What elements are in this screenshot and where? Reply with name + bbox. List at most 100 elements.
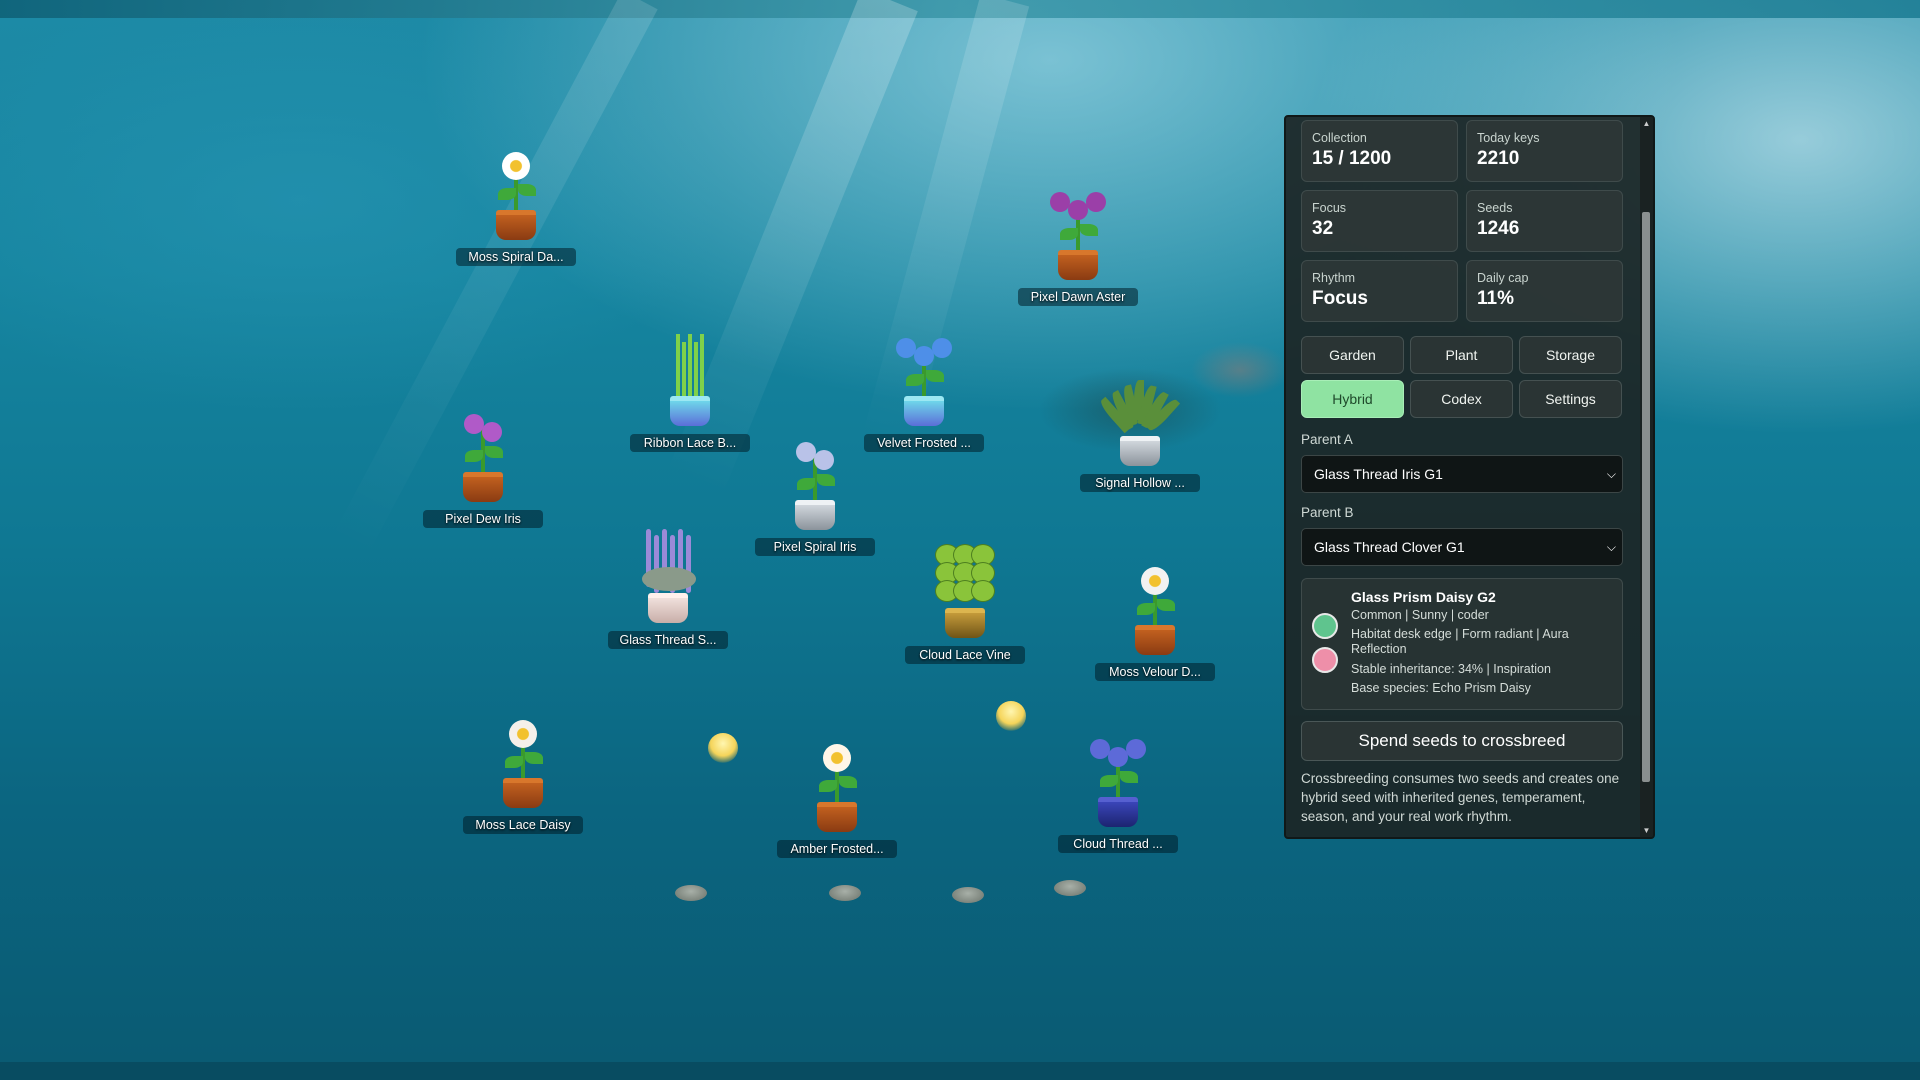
garden-plant[interactable]: Glass Thread S...: [608, 519, 728, 649]
bamboo-stalk: [682, 342, 686, 396]
flower-head: [823, 744, 851, 772]
stat-today-keys: Today keys 2210: [1466, 120, 1623, 182]
leaf: [797, 478, 815, 490]
plant-name-label: Cloud Thread ...: [1058, 835, 1178, 853]
flower-head: [932, 338, 952, 358]
leaf: [926, 370, 944, 382]
hybrid-title: Glass Prism Daisy G2: [1351, 589, 1496, 605]
tab-codex[interactable]: Codex: [1410, 380, 1513, 418]
panel-scrollbar[interactable]: ▲ ▼: [1640, 117, 1653, 837]
garden-plant[interactable]: Ribbon Lace B...: [630, 322, 750, 452]
flower-head: [482, 422, 502, 442]
flower-head: [464, 414, 484, 434]
plant-name-label: Velvet Frosted ...: [864, 434, 984, 452]
flower-head: [896, 338, 916, 358]
flower-pot: [670, 396, 710, 426]
flower-pot: [496, 210, 536, 240]
bamboo-stalk: [676, 334, 680, 396]
leaf: [1137, 603, 1155, 615]
garden-plant[interactable]: Pixel Spiral Iris: [755, 426, 875, 556]
stat-label: Focus: [1312, 201, 1347, 215]
flower-head: [796, 442, 816, 462]
leaf: [1060, 228, 1078, 240]
bamboo-stalk: [688, 334, 692, 396]
crossbreed-button[interactable]: Spend seeds to crossbreed: [1301, 721, 1623, 761]
plant-name-label: Ribbon Lace B...: [630, 434, 750, 452]
stepping-stone: [1054, 880, 1086, 896]
stepping-stone: [675, 885, 707, 901]
hybrid-traits: Common | Sunny | coder: [1351, 608, 1489, 622]
leaf: [1080, 224, 1098, 236]
plant-name-label: Moss Velour D...: [1095, 663, 1215, 681]
parent-a-label: Parent A: [1301, 432, 1353, 447]
glow-bubble[interactable]: [708, 733, 738, 763]
plant-name-label: Moss Spiral Da...: [456, 248, 576, 266]
leaf: [465, 450, 483, 462]
plant-name-label: Signal Hollow ...: [1080, 474, 1200, 492]
leaf: [906, 374, 924, 386]
garden-plant[interactable]: Moss Spiral Da...: [456, 136, 576, 266]
plant-name-label: Pixel Dawn Aster: [1018, 288, 1138, 306]
bamboo-stalk: [700, 334, 704, 396]
tab-storage[interactable]: Storage: [1519, 336, 1622, 374]
leaf: [498, 188, 516, 200]
tab-hybrid[interactable]: Hybrid: [1301, 380, 1404, 418]
vine-leaf: [971, 580, 995, 602]
garden-plant[interactable]: Pixel Dew Iris: [423, 398, 543, 528]
plant-name-label: Pixel Spiral Iris: [755, 538, 875, 556]
garden-plant[interactable]: Signal Hollow ...: [1080, 362, 1200, 492]
flower-head: [502, 152, 530, 180]
leaf: [485, 446, 503, 458]
garden-plant[interactable]: Amber Frosted...: [777, 728, 897, 858]
leaf: [817, 474, 835, 486]
tab-plant[interactable]: Plant: [1410, 336, 1513, 374]
flower-pot: [1058, 250, 1098, 280]
garden-plant[interactable]: Moss Lace Daisy: [463, 704, 583, 834]
stat-label: Rhythm: [1312, 271, 1356, 285]
flower-head: [1068, 200, 1088, 220]
stat-collection: Collection 15 / 1200: [1301, 120, 1458, 182]
parent-b-select[interactable]: Glass Thread Clover G1 ⌵: [1301, 528, 1623, 566]
hybrid-base-species: Base species: Echo Prism Daisy: [1351, 681, 1531, 695]
hybrid-preview-card: Glass Prism Daisy G2 Common | Sunny | co…: [1301, 578, 1623, 710]
stat-value: 2210: [1477, 148, 1520, 169]
window-top-bar: [0, 0, 1920, 18]
plant-name-label: Amber Frosted...: [777, 840, 897, 858]
leaf: [839, 776, 857, 788]
plant-name-label: Pixel Dew Iris: [423, 510, 543, 528]
crossbreed-description: Crossbreeding consumes two seeds and cre…: [1301, 771, 1620, 824]
gene-color-a: [1312, 613, 1338, 639]
glow-bubble[interactable]: [996, 701, 1026, 731]
flower-pot: [648, 593, 688, 623]
parent-a-select[interactable]: Glass Thread Iris G1 ⌵: [1301, 455, 1623, 493]
garden-plant[interactable]: Pixel Dawn Aster: [1018, 176, 1138, 306]
stat-rhythm: Rhythm Focus: [1301, 260, 1458, 322]
stat-label: Today keys: [1477, 131, 1540, 145]
flower-head: [1090, 739, 1110, 759]
flower-pot: [463, 472, 503, 502]
tab-garden[interactable]: Garden: [1301, 336, 1404, 374]
stat-label: Collection: [1312, 131, 1367, 145]
garden-plant[interactable]: Cloud Lace Vine: [905, 534, 1025, 664]
flower-head: [1126, 739, 1146, 759]
scroll-down-icon[interactable]: ▼: [1642, 826, 1651, 835]
scrollbar-thumb[interactable]: [1642, 212, 1650, 782]
flower-pot: [503, 778, 543, 808]
stepping-stone: [829, 885, 861, 901]
plant-name-label: Glass Thread S...: [608, 631, 728, 649]
stat-focus: Focus 32: [1301, 190, 1458, 252]
chevron-down-icon: ⌵: [1606, 540, 1616, 554]
stepping-stone: [952, 887, 984, 903]
flower-head: [814, 450, 834, 470]
garden-plant[interactable]: Velvet Frosted ...: [864, 322, 984, 452]
tab-settings[interactable]: Settings: [1519, 380, 1622, 418]
garden-plant[interactable]: Cloud Thread ...: [1058, 723, 1178, 853]
flower-pot: [945, 608, 985, 638]
stat-label: Seeds: [1477, 201, 1513, 215]
scroll-up-icon[interactable]: ▲: [1642, 119, 1651, 128]
bamboo-stalk: [694, 342, 698, 396]
parent-b-label: Parent B: [1301, 505, 1354, 520]
garden-plant[interactable]: Moss Velour D...: [1095, 551, 1215, 681]
flower-head: [1108, 747, 1128, 767]
stat-seeds: Seeds 1246: [1466, 190, 1623, 252]
